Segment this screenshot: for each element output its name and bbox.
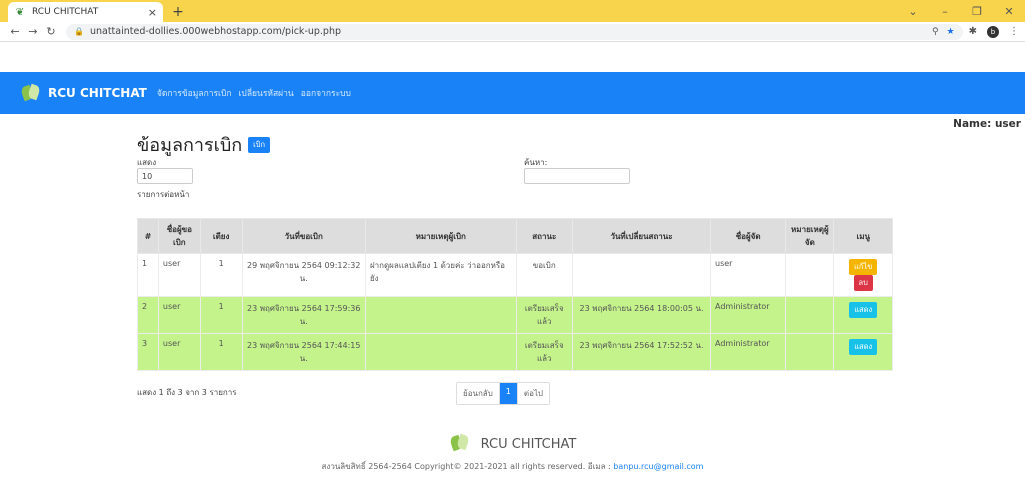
search-input[interactable] bbox=[524, 168, 630, 184]
cell-handler-note bbox=[785, 333, 835, 371]
zoom-icon[interactable]: ⚲ bbox=[932, 27, 939, 37]
cell-handler: Administrator bbox=[710, 333, 787, 371]
cell-handler: Administrator bbox=[710, 296, 787, 334]
copyright-text: สงวนลิขสิทธิ์ 2564-2564 Copyright© 2021-… bbox=[321, 462, 611, 471]
cell-request-date: 23 พฤศจิกายน 2564 17:44:15 น. bbox=[241, 333, 366, 371]
maximize-icon[interactable]: ❐ bbox=[961, 5, 993, 18]
prev-page-button[interactable]: ย้อนกลับ bbox=[457, 383, 500, 404]
url-field[interactable]: 🔒 unattainted-dollies.000webhostapp.com/… bbox=[66, 23, 963, 40]
table-info: แสดง 1 ถึง 3 จาก 3 รายการ bbox=[137, 388, 237, 397]
cell-requester: user bbox=[157, 333, 201, 371]
footer-logo-icon bbox=[448, 433, 475, 454]
cell-request-date: 29 พฤศจิกายน 2564 09:12:32 น. bbox=[241, 253, 366, 297]
current-user-label: Name: user bbox=[953, 118, 1021, 130]
cell-menu: แสดง bbox=[833, 296, 893, 334]
brand-name[interactable]: RCU CHITCHAT bbox=[48, 86, 147, 100]
main-content: Name: user ข้อมูลการเบิก เบิก แสดง 10 รา… bbox=[0, 114, 1025, 414]
cell-handler-note bbox=[785, 296, 835, 334]
table-row: 1 user 1 29 พฤศจิกายน 2564 09:12:32 น. ฝ… bbox=[137, 253, 893, 297]
menu-kebab-icon[interactable]: ⋮ bbox=[1009, 26, 1019, 37]
edit-button[interactable]: แก้ไข bbox=[849, 259, 878, 275]
minimize-icon[interactable]: – bbox=[929, 5, 961, 18]
app-navbar: RCU CHITCHAT จัดการข้อมูลการเบิก เปลี่ยน… bbox=[0, 72, 1025, 114]
cell-status-date bbox=[571, 253, 712, 297]
lock-icon: 🔒 bbox=[74, 27, 84, 36]
bookmark-star-icon[interactable]: ★ bbox=[947, 27, 955, 37]
table-row: 3 user 1 23 พฤศจิกายน 2564 17:44:15 น. เ… bbox=[137, 333, 893, 371]
col-header-handler[interactable]: ชื่อผู้จัด bbox=[710, 218, 787, 254]
view-button[interactable]: แสดง bbox=[849, 302, 878, 318]
col-header-menu[interactable]: เมนู bbox=[833, 218, 893, 254]
pagination: ย้อนกลับ 1 ต่อไป bbox=[456, 382, 550, 405]
nav-link-logout[interactable]: ออกจากระบบ bbox=[301, 86, 351, 100]
footer: RCU CHITCHAT สงวนลิขสิทธิ์ 2564-2564 Cop… bbox=[0, 433, 1025, 473]
add-request-button[interactable]: เบิก bbox=[248, 136, 271, 153]
cell-request-date: 23 พฤศจิกายน 2564 17:59:36 น. bbox=[241, 296, 366, 334]
cell-status: ขอเบิก bbox=[515, 253, 573, 297]
col-header-note[interactable]: หมายเหตุผู้เบิก bbox=[364, 218, 517, 254]
requests-table: # ชื่อผู้ขอเบิก เตียง วันที่ขอเบิก หมายเ… bbox=[137, 218, 893, 371]
cell-status-date: 23 พฤศจิกายน 2564 17:52:52 น. bbox=[571, 333, 712, 371]
view-button[interactable]: แสดง bbox=[849, 339, 878, 355]
nav-link-manage[interactable]: จัดการข้อมูลการเบิก bbox=[157, 86, 232, 100]
cell-status: เตรียมเสร็จแล้ว bbox=[515, 333, 573, 371]
col-header-bed[interactable]: เตียง bbox=[199, 218, 243, 254]
delete-button[interactable]: ลบ bbox=[853, 275, 873, 291]
col-header-request-date[interactable]: วันที่ขอเบิก bbox=[241, 218, 366, 254]
cell-bed: 1 bbox=[199, 296, 243, 334]
extensions-icon[interactable]: ✱ bbox=[969, 26, 977, 37]
forward-icon[interactable]: → bbox=[24, 25, 42, 38]
next-page-button[interactable]: ต่อไป bbox=[517, 383, 549, 404]
footer-brand: RCU CHITCHAT bbox=[480, 436, 577, 452]
table-row: 2 user 1 23 พฤศจิกายน 2564 17:59:36 น. เ… bbox=[137, 296, 893, 334]
cell-note bbox=[364, 333, 517, 371]
profile-avatar[interactable]: b bbox=[987, 25, 999, 38]
cell-handler: user bbox=[710, 253, 787, 297]
close-window-icon[interactable]: ✕ bbox=[993, 5, 1025, 18]
cell-no: 3 bbox=[137, 333, 159, 371]
per-page-label: รายการต่อหน้า bbox=[137, 190, 190, 199]
cell-requester: user bbox=[157, 253, 201, 297]
cell-note: ฝากดูผลแลปเตียง 1 ด้วยค่ะ ว่าออกหรือยัง bbox=[364, 253, 517, 297]
col-header-status[interactable]: สถานะ bbox=[515, 218, 573, 254]
brand-logo-icon bbox=[19, 83, 42, 102]
cell-requester: user bbox=[157, 296, 201, 334]
browser-tab[interactable]: ❦ RCU CHITCHAT × bbox=[8, 2, 163, 22]
page-title: ข้อมูลการเบิก bbox=[137, 135, 243, 156]
col-header-no[interactable]: # bbox=[137, 218, 159, 254]
cell-no: 2 bbox=[137, 296, 159, 334]
cell-bed: 1 bbox=[199, 253, 243, 297]
leaf-icon: ❦ bbox=[15, 6, 25, 18]
browser-tabbar: ❦ RCU CHITCHAT × + ⌄ – ❐ ✕ bbox=[0, 0, 1025, 22]
cell-menu: แสดง bbox=[833, 333, 893, 371]
url-text: unattainted-dollies.000webhostapp.com/pi… bbox=[89, 26, 342, 37]
cell-status-date: 23 พฤศจิกายน 2564 18:00:05 น. bbox=[571, 296, 712, 334]
close-tab-icon[interactable]: × bbox=[148, 6, 157, 19]
col-header-requester[interactable]: ชื่อผู้ขอเบิก bbox=[157, 218, 201, 254]
reload-icon[interactable]: ↻ bbox=[42, 25, 60, 38]
page-size-select[interactable]: 10 bbox=[137, 168, 193, 184]
cell-note bbox=[364, 296, 517, 334]
new-tab-icon[interactable]: + bbox=[169, 3, 187, 21]
cell-menu: แก้ไข ลบ bbox=[833, 253, 893, 297]
page-1-button[interactable]: 1 bbox=[499, 383, 518, 404]
chevron-down-icon[interactable]: ⌄ bbox=[897, 5, 929, 18]
cell-handler-note bbox=[785, 253, 835, 297]
back-icon[interactable]: ← bbox=[6, 25, 24, 38]
col-header-status-date[interactable]: วันที่เปลี่ยนสถานะ bbox=[571, 218, 712, 254]
address-bar: ← → ↻ 🔒 unattainted-dollies.000webhostap… bbox=[0, 22, 1025, 42]
tab-title: RCU CHITCHAT bbox=[32, 7, 99, 17]
email-link[interactable]: banpu.rcu@gmail.com bbox=[613, 462, 703, 471]
cell-no: 1 bbox=[137, 253, 159, 297]
col-header-handler-note[interactable]: หมายเหตุผู้จัด bbox=[785, 218, 835, 254]
window-controls: ⌄ – ❐ ✕ bbox=[897, 0, 1025, 22]
nav-link-change-password[interactable]: เปลี่ยนรหัสผ่าน bbox=[239, 86, 294, 100]
cell-status: เตรียมเสร็จแล้ว bbox=[515, 296, 573, 334]
cell-bed: 1 bbox=[199, 333, 243, 371]
